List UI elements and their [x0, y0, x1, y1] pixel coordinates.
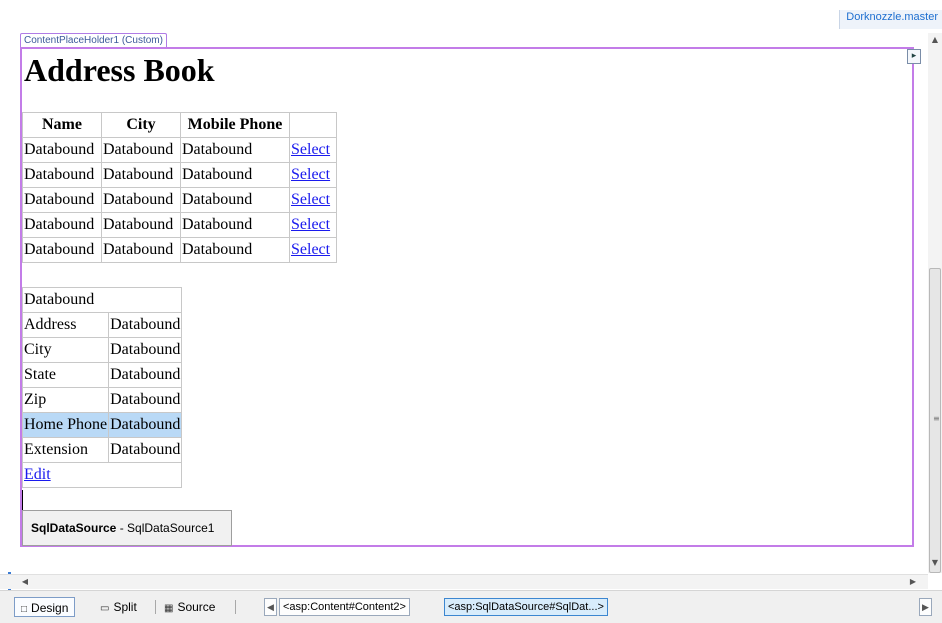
tag-nav-right-arrow-icon[interactable]: ▶ — [919, 598, 932, 616]
grid-cell-city: Databound — [101, 237, 181, 263]
view-tab-bar: □ Design ▭ Split ▦ Source ◀ <asp:Content#Co… — [0, 590, 942, 623]
details-field-value: Databound — [108, 387, 183, 413]
tab-source-label: Source — [177, 600, 216, 614]
grid-cell-name: Databound — [22, 212, 102, 238]
design-view-icon: □ — [21, 604, 28, 615]
edit-link[interactable]: Edit — [24, 466, 51, 483]
details-row: City Databound — [21, 337, 183, 363]
grid-cell-select: Select — [289, 162, 337, 188]
table-row: Databound Databound Databound Select — [22, 137, 337, 163]
details-field-value: Databound — [108, 412, 183, 438]
grid-cell-name: Databound — [22, 162, 102, 188]
table-row: Databound Databound Databound Select — [22, 187, 337, 213]
details-field-value: Databound — [108, 437, 183, 463]
grid-header-mobile-phone: Mobile Phone — [180, 112, 290, 138]
table-row: Databound Databound Databound Select — [22, 237, 337, 263]
vertical-scrollbar[interactable]: ▲ ≡ ▼ — [928, 33, 942, 573]
grid-cell-city: Databound — [101, 212, 181, 238]
select-link[interactable]: Select — [291, 216, 330, 233]
select-link[interactable]: Select — [291, 141, 330, 158]
scroll-down-arrow-icon[interactable]: ▼ — [930, 558, 940, 568]
view-separator — [155, 600, 156, 614]
tab-design[interactable]: □ Design — [14, 597, 76, 617]
select-link[interactable]: Select — [291, 241, 330, 258]
grid-view[interactable]: Name City Mobile Phone Databound Databou… — [22, 112, 337, 263]
grid-cell-select: Select — [289, 237, 337, 263]
details-field-value: Databound — [108, 312, 183, 338]
grid-cell-city: Databound — [101, 162, 181, 188]
grid-cell-mobile-phone: Databound — [180, 212, 290, 238]
sqldatasource-control[interactable]: SqlDataSource - SqlDataSource1 — [22, 510, 232, 546]
tag-nav-left-arrow-icon[interactable]: ◀ — [264, 598, 277, 616]
editor-top-area — [0, 0, 942, 10]
vertical-scroll-thumb[interactable]: ≡ — [929, 268, 941, 573]
source-view-icon: ▦ — [164, 603, 174, 614]
text-caret — [22, 490, 23, 510]
details-view[interactable]: Databound Address Databound City Databou… — [21, 287, 183, 488]
scroll-up-arrow-icon[interactable]: ▲ — [930, 35, 940, 45]
tab-split[interactable]: ▭ Split — [94, 597, 143, 617]
grid-cell-mobile-phone: Databound — [180, 137, 290, 163]
page-heading: Address Book — [24, 52, 215, 88]
sqldatasource-type: SqlDataSource — [31, 521, 117, 535]
scroll-grip-icon: ≡ — [933, 414, 940, 423]
tab-design-label: Design — [31, 601, 69, 615]
tag-navigator-content[interactable]: <asp:Content#Content2> — [279, 598, 410, 616]
split-view-icon: ▭ — [100, 603, 110, 614]
grid-cell-name: Databound — [22, 187, 102, 213]
grid-cell-select: Select — [289, 137, 337, 163]
grid-cell-select: Select — [289, 187, 337, 213]
details-field-value: Databound — [108, 337, 183, 363]
grid-cell-mobile-phone: Databound — [180, 187, 290, 213]
tab-split-label: Split — [113, 600, 137, 614]
details-footer: Edit — [21, 462, 183, 488]
grid-cell-mobile-phone: Databound — [180, 237, 290, 263]
details-field-value: Databound — [108, 362, 183, 388]
view-separator — [235, 600, 236, 614]
tab-source[interactable]: ▦ Source — [158, 597, 221, 617]
details-footer-row: Edit — [21, 462, 183, 488]
details-field-label: Extension — [21, 437, 110, 463]
sqldatasource-id: SqlDataSource1 — [127, 521, 215, 535]
grid-cell-name: Databound — [22, 237, 102, 263]
grid-cell-name: Databound — [22, 137, 102, 163]
details-field-label: Home Phone — [21, 412, 110, 438]
grid-cell-select: Select — [289, 212, 337, 238]
details-field-label: Zip — [21, 387, 110, 413]
grid-cell-city: Databound — [101, 187, 181, 213]
grid-header-city: City — [101, 112, 181, 138]
select-link[interactable]: Select — [291, 191, 330, 208]
details-field-label: State — [21, 362, 110, 388]
details-field-label: Address — [21, 312, 110, 338]
select-link[interactable]: Select — [291, 166, 330, 183]
grid-cell-city: Databound — [101, 137, 181, 163]
master-page-label[interactable]: Dorknozzle.master — [839, 10, 942, 29]
grid-header-select — [289, 112, 337, 138]
details-row: State Databound — [21, 362, 183, 388]
details-row-selected[interactable]: Home Phone Databound — [21, 412, 183, 438]
details-header: Databound — [21, 287, 183, 313]
scroll-left-arrow-icon[interactable]: ◀ — [20, 576, 30, 588]
smart-tag-arrow-icon[interactable]: ▸ — [907, 49, 921, 64]
details-row: Zip Databound — [21, 387, 183, 413]
tag-navigator-sqldatasource[interactable]: <asp:SqlDataSource#SqlDat...> — [444, 598, 608, 616]
table-row: Databound Databound Databound Select — [22, 212, 337, 238]
grid-cell-mobile-phone: Databound — [180, 162, 290, 188]
scroll-right-arrow-icon[interactable]: ▶ — [908, 576, 918, 588]
details-row: Extension Databound — [21, 437, 183, 463]
content-placeholder-label[interactable]: ContentPlaceHolder1 (Custom) — [20, 33, 167, 48]
sqldatasource-separator: - — [116, 521, 128, 535]
grid-header-name: Name — [22, 112, 102, 138]
details-header-row: Databound — [21, 287, 183, 313]
details-row: Address Databound — [21, 312, 183, 338]
grid-header-row: Name City Mobile Phone — [22, 112, 337, 138]
horizontal-scrollbar[interactable]: ◀ ▶ — [0, 574, 928, 589]
table-row: Databound Databound Databound Select — [22, 162, 337, 188]
details-field-label: City — [21, 337, 110, 363]
